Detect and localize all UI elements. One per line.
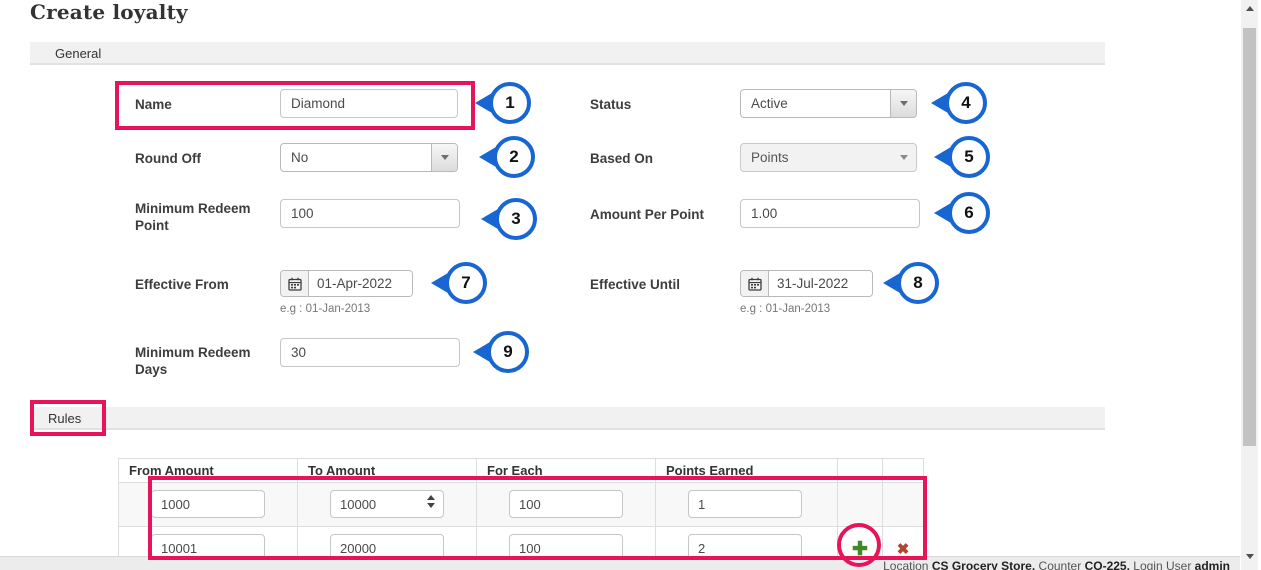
location-value: CS Grocery Store, bbox=[931, 559, 1036, 570]
add-cell bbox=[837, 482, 883, 527]
spinner-down-icon[interactable] bbox=[427, 503, 435, 508]
effective-until-label: Effective Until bbox=[590, 277, 681, 292]
based-on-dropdown-arrow bbox=[892, 155, 916, 160]
calendar-icon bbox=[287, 277, 302, 291]
name-label: Name bbox=[135, 97, 172, 112]
callout-7: 7 bbox=[431, 262, 487, 304]
callout-6: 6 bbox=[934, 192, 990, 234]
column-header-from-amount: From Amount bbox=[118, 458, 298, 483]
effective-from-label: Effective From bbox=[135, 277, 229, 292]
counter-label: Counter bbox=[1038, 559, 1082, 570]
minimum-redeem-days-label: Minimum Redeem Days bbox=[135, 345, 251, 377]
based-on-select-value: Points bbox=[751, 150, 789, 165]
status-select-value: Active bbox=[751, 96, 788, 111]
effective-from-input[interactable] bbox=[309, 271, 412, 296]
round-off-select-value: No bbox=[291, 150, 309, 165]
column-header-to-amount: To Amount bbox=[297, 458, 477, 483]
section-rules[interactable]: Rules bbox=[30, 407, 1105, 430]
callout-number: 9 bbox=[503, 342, 513, 361]
scrollbar-up-icon bbox=[1245, 5, 1254, 11]
page-title: Create loyalty bbox=[30, 0, 188, 24]
remove-cell bbox=[882, 482, 924, 527]
remove-rule-button[interactable]: ✖ bbox=[897, 534, 910, 557]
scrollbar-thumb[interactable] bbox=[1243, 28, 1256, 446]
to-amount-cell bbox=[297, 482, 477, 527]
round-off-select[interactable]: No bbox=[280, 143, 458, 172]
chevron-down-icon bbox=[900, 155, 908, 160]
section-rules-label: Rules bbox=[48, 411, 82, 426]
name-input[interactable] bbox=[280, 89, 458, 118]
points-earned-cell bbox=[655, 482, 838, 527]
callout-number: 6 bbox=[964, 203, 974, 222]
callout-8: 8 bbox=[883, 262, 939, 304]
section-general-label: General bbox=[55, 46, 102, 61]
callout-number: 8 bbox=[913, 273, 923, 292]
spinner-up-icon[interactable] bbox=[427, 495, 435, 500]
minimum-redeem-days-input[interactable] bbox=[280, 338, 460, 367]
counter-value: CO-225, bbox=[1084, 559, 1130, 570]
round-off-label: Round Off bbox=[135, 151, 201, 166]
callout-3: 3 bbox=[481, 198, 537, 240]
status-dropdown-arrow-button[interactable] bbox=[890, 90, 916, 117]
status-label: Status bbox=[590, 97, 632, 112]
from-amount-input[interactable] bbox=[151, 490, 265, 518]
login-user-label: Login User bbox=[1133, 559, 1192, 570]
based-on-label: Based On bbox=[590, 151, 654, 166]
callout-number: 5 bbox=[964, 147, 974, 166]
for-each-input[interactable] bbox=[509, 490, 623, 518]
rules-table-header-row: From Amount To Amount For Each Points Ea… bbox=[118, 458, 924, 483]
effective-from-field bbox=[280, 270, 413, 297]
callout-1: 1 bbox=[475, 82, 531, 124]
scrollbar-up-button[interactable] bbox=[1241, 0, 1258, 16]
minimum-redeem-point-input[interactable] bbox=[280, 199, 460, 228]
location-label: Location bbox=[883, 559, 929, 570]
callout-number: 7 bbox=[461, 273, 471, 292]
callout-number: 3 bbox=[511, 209, 521, 228]
column-header-add bbox=[837, 458, 883, 483]
effective-until-calendar-button[interactable] bbox=[741, 271, 769, 296]
effective-until-field bbox=[740, 270, 873, 297]
callout-2: 2 bbox=[479, 136, 535, 178]
rule-row-1 bbox=[118, 482, 924, 527]
status-bar-text: Location CS Grocery Store, Counter CO-22… bbox=[883, 559, 1230, 570]
round-off-dropdown-arrow-button[interactable] bbox=[431, 144, 457, 171]
effective-from-hint: e.g : 01-Jan-2013 bbox=[280, 303, 371, 315]
callout-number: 2 bbox=[509, 147, 519, 166]
minimum-redeem-point-label: Minimum Redeem Point bbox=[135, 201, 251, 233]
callout-4: 4 bbox=[931, 82, 987, 124]
effective-until-hint: e.g : 01-Jan-2013 bbox=[740, 303, 831, 315]
effective-until-input[interactable] bbox=[769, 271, 872, 296]
rules-table: From Amount To Amount For Each Points Ea… bbox=[118, 458, 924, 570]
points-earned-input[interactable] bbox=[688, 490, 802, 518]
column-header-for-each: For Each bbox=[476, 458, 656, 483]
column-header-points-earned: Points Earned bbox=[655, 458, 838, 483]
section-general[interactable]: General bbox=[30, 42, 1105, 65]
chevron-down-icon bbox=[440, 155, 449, 160]
callout-number: 1 bbox=[505, 93, 515, 112]
create-loyalty-page: Create loyalty General Name Status Activ… bbox=[0, 0, 1261, 570]
chevron-down-icon bbox=[899, 101, 908, 106]
callout-5: 5 bbox=[934, 136, 990, 178]
callout-9: 9 bbox=[473, 331, 529, 373]
callout-number: 4 bbox=[961, 93, 971, 112]
calendar-icon bbox=[747, 277, 762, 291]
amount-per-point-label: Amount Per Point bbox=[590, 207, 704, 222]
status-bar: Location CS Grocery Store, Counter CO-22… bbox=[0, 556, 1240, 570]
effective-from-calendar-button[interactable] bbox=[281, 271, 309, 296]
scrollbar-down-icon bbox=[1245, 553, 1254, 559]
column-header-remove bbox=[882, 458, 924, 483]
status-select[interactable]: Active bbox=[740, 89, 917, 118]
amount-per-point-input[interactable] bbox=[740, 199, 920, 228]
number-stepper[interactable] bbox=[427, 495, 435, 508]
scrollbar-down-button[interactable] bbox=[1241, 548, 1258, 564]
login-user-value: admin bbox=[1194, 559, 1230, 570]
based-on-select[interactable]: Points bbox=[740, 143, 917, 172]
from-amount-cell bbox=[118, 482, 298, 527]
for-each-cell bbox=[476, 482, 656, 527]
scrollbar[interactable] bbox=[1241, 0, 1258, 570]
